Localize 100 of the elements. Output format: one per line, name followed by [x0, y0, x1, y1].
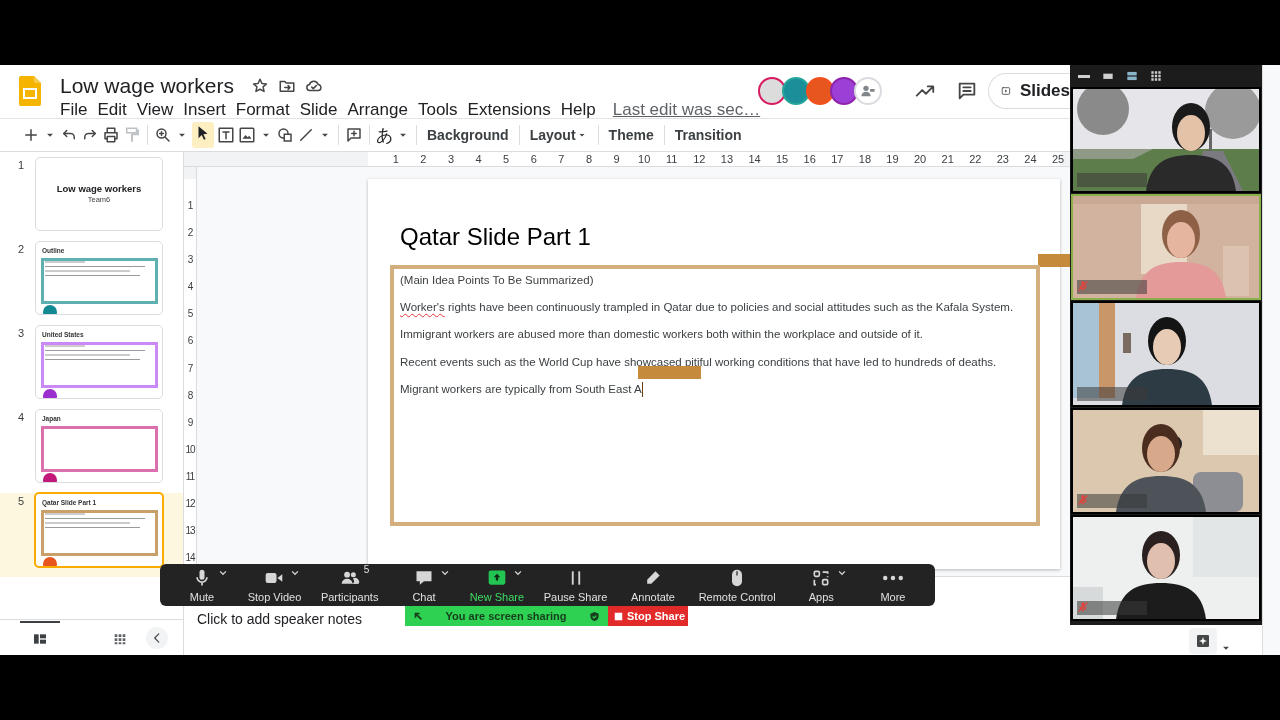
meeting-control-button[interactable]: More	[862, 567, 923, 603]
menu-item[interactable]: Edit	[92, 99, 132, 121]
text-box[interactable]	[390, 265, 1040, 526]
collaborator-avatar[interactable]	[758, 77, 786, 105]
slide-title[interactable]: Qatar Slide Part 1	[400, 223, 1060, 265]
ruler-number: 12	[692, 152, 707, 166]
collaborator-avatar[interactable]	[782, 77, 810, 105]
explore-button[interactable]	[1189, 628, 1217, 654]
ruler-number: 13	[719, 152, 735, 166]
comment-icon[interactable]	[956, 80, 978, 102]
ruler-number: 9	[186, 415, 194, 430]
meeting-control-button[interactable]: Remote Control	[694, 567, 780, 603]
ruler-number: 12	[184, 497, 196, 512]
ruler-number: 4	[186, 280, 194, 295]
ruler-number: 19	[885, 152, 900, 166]
slide-number: 5	[18, 494, 26, 509]
image-icon[interactable]	[238, 126, 256, 144]
ruler-number: 1	[186, 199, 194, 213]
ruler-number: 8	[584, 152, 593, 166]
ruler-number: 10	[184, 442, 196, 457]
more-dots-icon	[882, 574, 903, 581]
menu-item[interactable]: Arrange	[342, 99, 413, 121]
slide-number: 2	[18, 242, 26, 257]
menu-item[interactable]: File	[55, 99, 93, 121]
ruler-number: 20	[912, 152, 928, 166]
menu-item[interactable]: Slide	[294, 99, 343, 121]
ruler-number: 11	[184, 469, 196, 484]
ruler-number: 24	[1023, 152, 1038, 166]
stop-icon	[614, 611, 623, 621]
collapse-button[interactable]	[146, 626, 168, 649]
ruler-number: 3	[186, 253, 194, 268]
ruler-number: 8	[186, 388, 194, 403]
ruler-number: 1	[391, 152, 400, 166]
ruler-number: 7	[186, 361, 194, 376]
menu-item[interactable]: View	[131, 99, 179, 121]
meeting-control-button[interactable]: Chat	[394, 567, 455, 603]
ruler-number: 23	[995, 152, 1010, 166]
anonymous-viewer-avatar[interactable]	[854, 77, 882, 105]
menu-item[interactable]: Extensions	[462, 99, 556, 121]
print-icon[interactable]	[102, 126, 120, 144]
meeting-control-button[interactable]: Stop Video	[243, 567, 306, 603]
thumbnail-title: Low wage workers	[55, 183, 143, 194]
ruler-number: 11	[665, 152, 679, 166]
slide-paragraph: Migrant workers are typically from South East A	[400, 382, 1030, 396]
toolbar-button[interactable]: Transition	[670, 125, 746, 145]
ruler-number: 3	[446, 152, 456, 166]
gallery-view-icon	[1149, 69, 1163, 83]
shape-icon[interactable]	[276, 126, 294, 144]
ruler-number: 7	[557, 152, 566, 166]
line-icon[interactable]	[297, 126, 315, 144]
arrow-icon	[413, 611, 423, 621]
stop-share-button[interactable]: Stop Share	[608, 606, 688, 626]
slide-paragraph: Immigrant workers are abused more than domestic workers both within the workplace and outside of it.	[400, 328, 924, 342]
ruler-number: 9	[612, 152, 621, 166]
ruler-number: 2	[419, 152, 428, 166]
ruler-number: 14	[184, 551, 196, 566]
ruler-number: 5	[502, 152, 511, 166]
ruler-number: 4	[474, 152, 483, 166]
meeting-control-button[interactable]: New Share	[465, 567, 529, 603]
new-slide-icon[interactable]	[22, 126, 40, 144]
ruler-number: 6	[186, 334, 194, 349]
ruler-number: 2	[186, 226, 194, 241]
speaker-notes-placeholder[interactable]: Click to add speaker notes	[197, 611, 362, 627]
meeting-control-button[interactable]: Apps	[791, 567, 852, 603]
gallery-view-button[interactable]	[1148, 68, 1164, 84]
meeting-control-button[interactable]: Mute	[172, 567, 232, 603]
minimize-icon	[1078, 74, 1090, 78]
ruler-number: 25	[1050, 152, 1066, 166]
slide-paragraph: Recent events such as the World Cup have showcased pitiful working conditions that have led to hundreds of deaths.	[400, 355, 998, 369]
add-comment-icon[interactable]	[345, 126, 363, 144]
collaborator-avatar[interactable]	[830, 77, 858, 105]
ruler-number: 14	[747, 152, 762, 166]
zoom-icon[interactable]	[154, 126, 172, 144]
slide-number: 4	[18, 410, 26, 425]
meeting-control-button[interactable]: Annotate	[623, 567, 683, 603]
sharing-status-text: You are screen sharing	[444, 610, 568, 622]
last-edit-link[interactable]: Last edit was sec…	[612, 100, 761, 120]
collaborator-avatar[interactable]	[806, 77, 834, 105]
document-title[interactable]: Low wage workers	[60, 74, 234, 98]
menu-item[interactable]: Help	[555, 99, 601, 121]
menu-item[interactable]: Tools	[412, 99, 463, 121]
sparkle-icon	[1195, 633, 1211, 649]
menu-item[interactable]: Format	[230, 99, 295, 121]
toolbar-button[interactable]: Layout	[525, 125, 592, 145]
ruler-number: 21	[940, 152, 955, 166]
ruler-number: 6	[529, 152, 538, 166]
ruler-number: 16	[802, 152, 817, 166]
input-tools-button[interactable]: あ	[376, 123, 393, 147]
meeting-control-button[interactable]: Pause Share	[539, 567, 612, 603]
ruler-number: 18	[857, 152, 872, 166]
ruler-number: 13	[184, 524, 196, 539]
toolbar-button[interactable]: Background	[423, 125, 513, 145]
shield-icon	[589, 610, 600, 622]
text-box-icon[interactable]	[217, 126, 235, 144]
menu-item[interactable]: Insert	[178, 99, 231, 121]
toolbar-button[interactable]: Theme	[604, 125, 658, 145]
slide-paragraph: (Main Idea Points To Be Summarized)	[400, 274, 595, 287]
star-icon[interactable]	[250, 77, 269, 95]
slide-number: 1	[18, 158, 26, 173]
ruler-number: 15	[775, 152, 790, 166]
